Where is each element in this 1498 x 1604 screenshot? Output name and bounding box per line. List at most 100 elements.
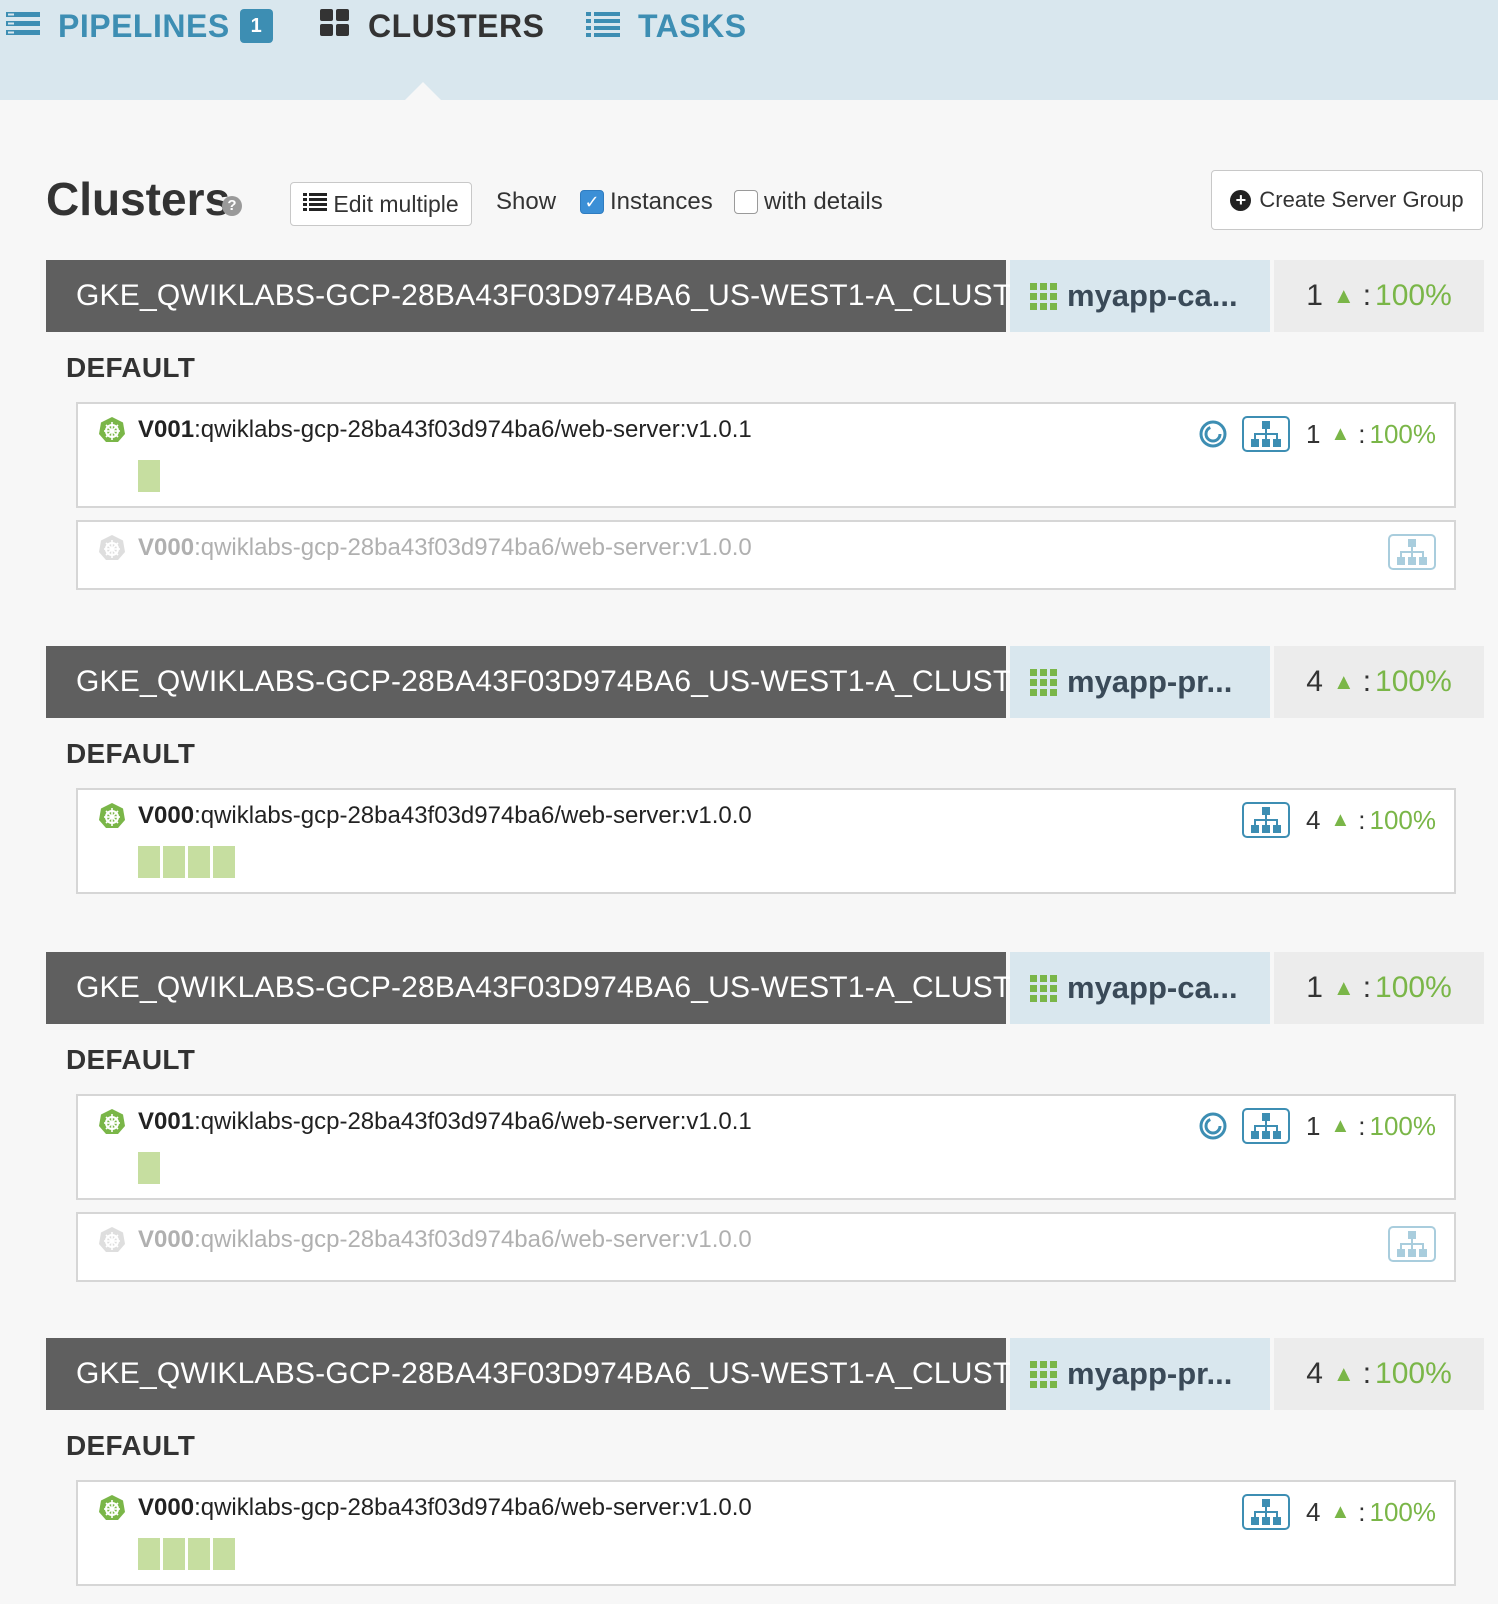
- up-triangle-icon: ▲: [1332, 283, 1355, 308]
- kubernetes-icon: [99, 803, 125, 828]
- load-balancer-icon: [1397, 1231, 1427, 1257]
- server-group-card[interactable]: V001:qwiklabs-gcp-28ba43f03d974ba6/web-s…: [76, 402, 1456, 508]
- cluster-app-tag[interactable]: myapp-ca...: [1010, 952, 1270, 1024]
- load-balancer-icon: [1251, 1113, 1281, 1139]
- cluster-header[interactable]: GKE_QWIKLABS-GCP-28BA43F03D974BA6_US-WES…: [46, 646, 1484, 718]
- load-balancer-button[interactable]: [1388, 1226, 1436, 1262]
- instance-healthy[interactable]: [138, 1538, 160, 1570]
- nav-tab-label: CLUSTERS: [368, 7, 545, 44]
- running-task-icon[interactable]: [1198, 1111, 1228, 1141]
- server-group-title[interactable]: V000:qwiklabs-gcp-28ba43f03d974ba6/web-s…: [138, 1226, 752, 1254]
- server-group-version: V001: [138, 416, 195, 443]
- cluster-name[interactable]: GKE_QWIKLABS-GCP-28BA43F03D974BA6_US-WES…: [46, 952, 1080, 1024]
- instance-healthy[interactable]: [213, 846, 235, 878]
- cluster-health: 4 ▲ : 100%: [1274, 1338, 1484, 1410]
- instances-checkbox[interactable]: ✓: [580, 190, 604, 214]
- with-details-checkbox[interactable]: [734, 190, 758, 214]
- cluster-header[interactable]: GKE_QWIKLABS-GCP-28BA43F03D974BA6_US-WES…: [46, 952, 1484, 1024]
- health-percent: 100%: [1375, 1357, 1452, 1390]
- server-group-title[interactable]: V001:qwiklabs-gcp-28ba43f03d974ba6/web-s…: [138, 416, 752, 444]
- up-triangle-icon: ▲: [1330, 808, 1351, 831]
- edit-multiple-button[interactable]: Edit multiple: [290, 182, 472, 226]
- instance-healthy[interactable]: [163, 846, 185, 878]
- cluster-name[interactable]: GKE_QWIKLABS-GCP-28BA43F03D974BA6_US-WES…: [46, 1338, 1080, 1410]
- instance-healthy[interactable]: [138, 846, 160, 878]
- cluster-header[interactable]: GKE_QWIKLABS-GCP-28BA43F03D974BA6_US-WES…: [46, 260, 1484, 332]
- server-group-actions: 1 ▲ : 100%: [1198, 1108, 1436, 1144]
- kubernetes-icon: [99, 1109, 125, 1134]
- cluster-app-tag[interactable]: myapp-ca...: [1010, 260, 1270, 332]
- health-percent: 100%: [1375, 665, 1452, 698]
- server-group-title[interactable]: V000:qwiklabs-gcp-28ba43f03d974ba6/web-s…: [138, 534, 752, 562]
- server-group-card[interactable]: V000:qwiklabs-gcp-28ba43f03d974ba6/web-s…: [76, 1480, 1456, 1586]
- load-balancer-button[interactable]: [1242, 1108, 1290, 1144]
- load-balancer-button[interactable]: [1242, 416, 1290, 452]
- load-balancer-icon: [1397, 539, 1427, 565]
- server-group-title[interactable]: V000:qwiklabs-gcp-28ba43f03d974ba6/web-s…: [138, 1494, 752, 1522]
- clusters-icon: [320, 8, 350, 45]
- instances-checkbox-label[interactable]: Instances: [610, 188, 713, 216]
- cluster-name[interactable]: GKE_QWIKLABS-GCP-28BA43F03D974BA6_US-WES…: [46, 646, 1080, 718]
- server-group-card[interactable]: V000:qwiklabs-gcp-28ba43f03d974ba6/web-s…: [76, 788, 1456, 894]
- server-group-card[interactable]: V001:qwiklabs-gcp-28ba43f03d974ba6/web-s…: [76, 1094, 1456, 1200]
- server-group-image: :qwiklabs-gcp-28ba43f03d974ba6/web-serve…: [194, 534, 752, 561]
- pipelines-count-badge: 1: [239, 9, 274, 43]
- server-group-version: V000: [138, 802, 195, 829]
- cluster-app-tag[interactable]: myapp-pr...: [1010, 646, 1270, 718]
- health-percent: 100%: [1369, 1496, 1437, 1527]
- server-group-health: 4 ▲ : 100%: [1306, 1497, 1436, 1528]
- instance-healthy[interactable]: [188, 1538, 210, 1570]
- grid-icon: [1030, 1360, 1057, 1388]
- load-balancer-icon: [1251, 421, 1281, 447]
- nav-tab-tasks[interactable]: TASKS: [586, 6, 747, 46]
- create-server-group-button[interactable]: + Create Server Group: [1211, 170, 1483, 230]
- edit-multiple-label: Edit multiple: [333, 190, 459, 217]
- up-triangle-icon: ▲: [1330, 1500, 1351, 1523]
- health-percent: 100%: [1369, 418, 1437, 449]
- cluster-app-name: myapp-pr...: [1067, 1356, 1233, 1391]
- health-count: 1: [1306, 418, 1321, 449]
- pipelines-icon: [6, 8, 40, 45]
- server-group-title[interactable]: V000:qwiklabs-gcp-28ba43f03d974ba6/web-s…: [138, 802, 752, 830]
- instance-healthy[interactable]: [213, 1538, 235, 1570]
- server-group-title[interactable]: V001:qwiklabs-gcp-28ba43f03d974ba6/web-s…: [138, 1108, 752, 1136]
- server-group-version: V001: [138, 1108, 195, 1135]
- create-server-group-label: Create Server Group: [1259, 187, 1464, 212]
- with-details-checkbox-label[interactable]: with details: [764, 188, 883, 216]
- instance-healthy[interactable]: [163, 1538, 185, 1570]
- load-balancer-button[interactable]: [1242, 1494, 1290, 1530]
- load-balancer-button[interactable]: [1388, 534, 1436, 570]
- health-separator: :: [1362, 279, 1372, 312]
- server-group-image: :qwiklabs-gcp-28ba43f03d974ba6/web-serve…: [194, 1494, 752, 1521]
- health-count: 1: [1306, 279, 1323, 312]
- health-count: 1: [1306, 971, 1323, 1004]
- instance-healthy[interactable]: [138, 1152, 160, 1184]
- tasks-list-icon: [586, 8, 620, 45]
- cluster-name[interactable]: GKE_QWIKLABS-GCP-28BA43F03D974BA6_US-WES…: [46, 260, 1080, 332]
- server-group-card-disabled[interactable]: V000:qwiklabs-gcp-28ba43f03d974ba6/web-s…: [76, 1212, 1456, 1282]
- nav-tab-clusters[interactable]: CLUSTERS: [320, 6, 544, 46]
- nav-tab-label: TASKS: [638, 7, 747, 44]
- health-count: 4: [1306, 665, 1323, 698]
- server-group-card-disabled[interactable]: V000:qwiklabs-gcp-28ba43f03d974ba6/web-s…: [76, 520, 1456, 590]
- cluster-app-tag[interactable]: myapp-pr...: [1010, 1338, 1270, 1410]
- cluster-group: GKE_QWIKLABS-GCP-28BA43F03D974BA6_US-WES…: [46, 952, 1484, 1282]
- cluster-app-name: myapp-ca...: [1067, 970, 1238, 1005]
- server-group-actions: 4 ▲ : 100%: [1242, 802, 1436, 838]
- up-triangle-icon: ▲: [1332, 975, 1355, 1000]
- load-balancer-button[interactable]: [1242, 802, 1290, 838]
- help-icon[interactable]: ?: [222, 196, 242, 216]
- server-group-image: :qwiklabs-gcp-28ba43f03d974ba6/web-serve…: [194, 1108, 752, 1135]
- cluster-health: 1 ▲ : 100%: [1274, 952, 1484, 1024]
- instance-healthy[interactable]: [188, 846, 210, 878]
- plus-circle-icon: +: [1230, 189, 1252, 211]
- region-label: DEFAULT: [66, 352, 196, 383]
- load-balancer-icon: [1251, 807, 1281, 833]
- running-task-icon[interactable]: [1198, 419, 1228, 449]
- cluster-header[interactable]: GKE_QWIKLABS-GCP-28BA43F03D974BA6_US-WES…: [46, 1338, 1484, 1410]
- health-count: 4: [1306, 804, 1321, 835]
- nav-tab-pipelines[interactable]: PIPELINES 1: [6, 6, 274, 46]
- cluster-health: 4 ▲ : 100%: [1274, 646, 1484, 718]
- health-percent: 100%: [1375, 279, 1452, 312]
- instance-healthy[interactable]: [138, 460, 160, 492]
